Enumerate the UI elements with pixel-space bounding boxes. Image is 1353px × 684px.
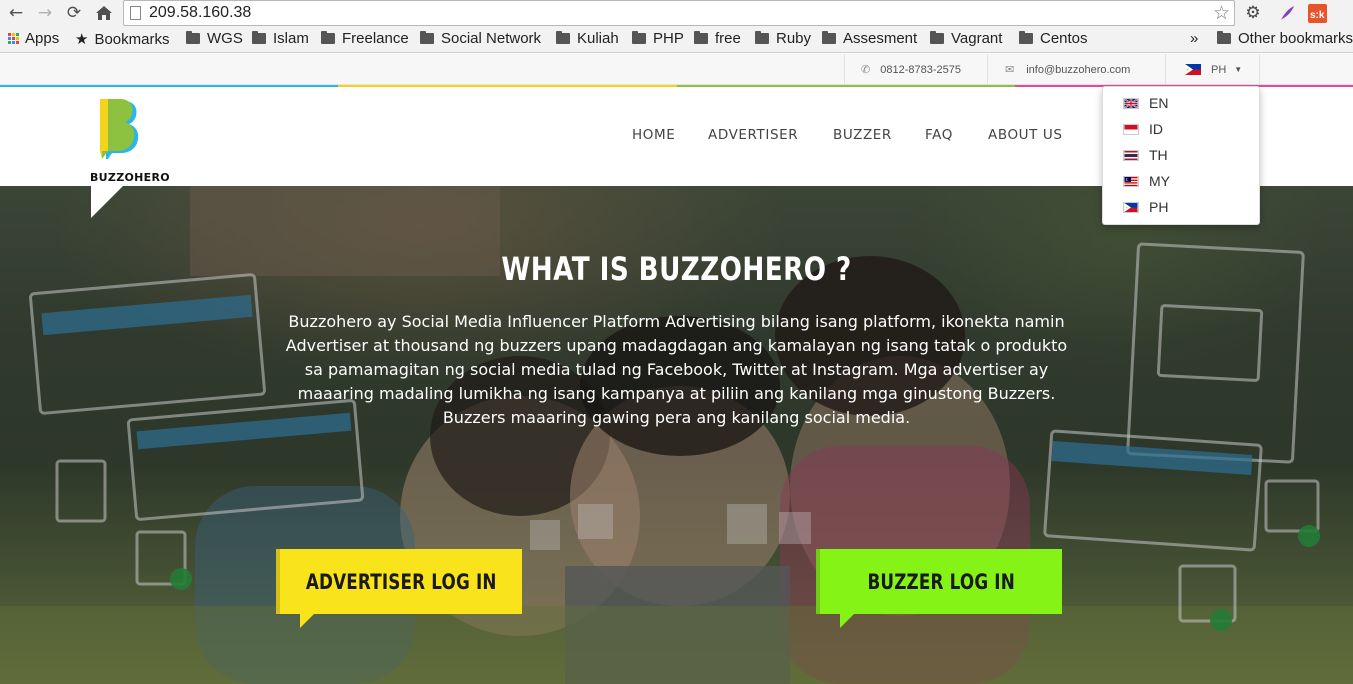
- contact-topbar: ✆ 0812-8783-2575 ✉ info@buzzohero.com PH…: [0, 54, 1353, 85]
- bookmark-folder-wgs[interactable]: WGS: [186, 30, 243, 47]
- logo-wordmark: BUZZOHERO: [90, 171, 170, 184]
- hero-title: WHAT IS BUZZOHERO ?: [501, 250, 852, 288]
- bookmark-folder-islam[interactable]: Islam: [252, 30, 309, 47]
- advertiser-login-label: ADVERTISER LOG IN: [305, 569, 497, 594]
- malaysia-flag-icon: [1123, 175, 1139, 187]
- folder-label: Social Network: [441, 30, 542, 47]
- folder-label: free: [715, 30, 741, 47]
- buzzohero-logo[interactable]: BUZZOHERO: [88, 97, 170, 184]
- page-icon: [130, 6, 141, 20]
- bookmark-folder-ruby[interactable]: Ruby: [755, 30, 811, 47]
- folder-icon: [822, 31, 836, 44]
- reload-icon[interactable]: ⟳: [63, 2, 85, 24]
- browser-nav-bar: ← → ⟳ 209.58.160.38 ☆ ⚙ s:k: [0, 0, 1353, 27]
- folder-label: Kuliah: [577, 30, 619, 47]
- nav-about-us[interactable]: ABOUT US: [988, 127, 1063, 143]
- bookmarks-overflow-chevron[interactable]: »: [1190, 30, 1198, 47]
- folder-label: Islam: [273, 30, 309, 47]
- folder-icon: [1019, 31, 1033, 44]
- buzzer-login-label: BUZZER LOG IN: [867, 569, 1015, 594]
- folder-label: Freelance: [342, 30, 409, 47]
- advertiser-login-button[interactable]: ADVERTISER LOG IN: [280, 549, 522, 628]
- language-option-th[interactable]: TH: [1123, 147, 1168, 163]
- forward-arrow-icon[interactable]: →: [34, 2, 56, 24]
- language-option-id[interactable]: ID: [1123, 121, 1163, 137]
- folder-icon: [1217, 31, 1231, 44]
- language-option-label: MY: [1149, 173, 1170, 189]
- folder-label: Centos: [1040, 30, 1088, 47]
- bookmark-folder-social-network[interactable]: Social Network: [420, 30, 541, 47]
- language-selected-label: PH: [1211, 63, 1227, 76]
- buzzer-login-button[interactable]: BUZZER LOG IN: [820, 549, 1062, 628]
- language-option-en[interactable]: EN: [1123, 95, 1168, 111]
- apps-label: Apps: [25, 30, 60, 47]
- email-contact[interactable]: ✉ info@buzzohero.com: [987, 54, 1165, 85]
- apps-shortcut[interactable]: Apps: [8, 30, 59, 47]
- settings-gear-icon[interactable]: ⚙: [1243, 3, 1263, 23]
- folder-icon: [252, 31, 266, 44]
- language-option-label: EN: [1149, 95, 1169, 111]
- language-option-label: ID: [1149, 121, 1163, 137]
- folder-label: Vagrant: [951, 30, 1003, 47]
- folder-icon: [694, 31, 708, 44]
- feather-extension-icon[interactable]: [1277, 3, 1297, 23]
- address-bar[interactable]: 209.58.160.38 ☆: [123, 0, 1235, 26]
- bookmarks-label: Bookmarks: [94, 30, 170, 48]
- folder-label: Ruby: [776, 30, 812, 47]
- language-selector[interactable]: PH ▼: [1165, 54, 1260, 85]
- uk-flag-icon: [1123, 97, 1139, 109]
- folder-label: Other bookmarks: [1238, 30, 1353, 47]
- bookmark-folder-freelance[interactable]: Freelance: [321, 30, 409, 47]
- folder-icon: [556, 31, 570, 44]
- url-text: 209.58.160.38: [149, 4, 252, 21]
- nav-faq[interactable]: FAQ: [925, 127, 953, 143]
- bookmarks-shortcut[interactable]: ★ Bookmarks: [75, 30, 170, 49]
- phone-contact[interactable]: ✆ 0812-8783-2575: [844, 54, 987, 85]
- nav-home[interactable]: HOME: [632, 127, 675, 143]
- bookmark-folder-other[interactable]: Other bookmarks: [1217, 30, 1353, 47]
- thailand-flag-icon: [1123, 149, 1139, 161]
- caret-down-icon: ▼: [1234, 65, 1243, 74]
- folder-icon: [186, 31, 200, 44]
- language-dropdown-menu: EN ID TH MY PH: [1102, 86, 1260, 225]
- phone-number: 0812-8783-2575: [880, 63, 961, 76]
- folder-label: PHP: [653, 30, 684, 47]
- bookmark-folder-kuliah[interactable]: Kuliah: [556, 30, 619, 47]
- nav-advertiser[interactable]: ADVERTISER: [708, 127, 798, 143]
- folder-label: Assesment: [843, 30, 918, 47]
- email-address: info@buzzohero.com: [1026, 63, 1131, 76]
- folder-icon: [321, 31, 335, 44]
- philippines-flag-icon: [1185, 64, 1201, 75]
- bookmark-folder-assesment[interactable]: Assesment: [822, 30, 917, 47]
- folder-icon: [420, 31, 434, 44]
- sk-extension-icon[interactable]: s:k: [1307, 3, 1327, 23]
- back-arrow-icon[interactable]: ←: [5, 2, 27, 24]
- bookmark-folder-php[interactable]: PHP: [632, 30, 684, 47]
- nav-buzzer[interactable]: BUZZER: [833, 127, 892, 143]
- logo-b-icon: [100, 99, 139, 162]
- philippines-flag-icon: [1123, 201, 1139, 213]
- phone-icon: ✆: [861, 64, 871, 76]
- language-option-ph[interactable]: PH: [1123, 199, 1168, 215]
- language-option-my[interactable]: MY: [1123, 173, 1170, 189]
- indonesia-flag-icon: [1123, 123, 1139, 135]
- header-speech-notch: [91, 186, 123, 218]
- svg-text:s:k: s:k: [1310, 10, 1325, 21]
- folder-label: WGS: [207, 30, 243, 47]
- envelope-icon: ✉: [1005, 64, 1015, 76]
- language-option-label: TH: [1149, 147, 1168, 163]
- folder-icon: [755, 31, 769, 44]
- language-option-label: PH: [1149, 199, 1169, 215]
- apps-grid-icon: [8, 33, 19, 44]
- hero-description: Buzzohero ay Social Media Influencer Pla…: [285, 312, 1068, 427]
- folder-icon: [930, 31, 944, 44]
- folder-icon: [632, 31, 646, 44]
- star-filled-icon: ★: [75, 31, 89, 48]
- bookmark-star-icon[interactable]: ☆: [1213, 2, 1230, 24]
- bookmark-folder-vagrant[interactable]: Vagrant: [930, 30, 1002, 47]
- bookmark-folder-free[interactable]: free: [694, 30, 741, 47]
- bookmark-folder-centos[interactable]: Centos: [1019, 30, 1088, 47]
- bookmarks-bar: Apps ★ Bookmarks WGS Islam Freelance Soc…: [0, 27, 1353, 53]
- home-icon[interactable]: [93, 2, 115, 24]
